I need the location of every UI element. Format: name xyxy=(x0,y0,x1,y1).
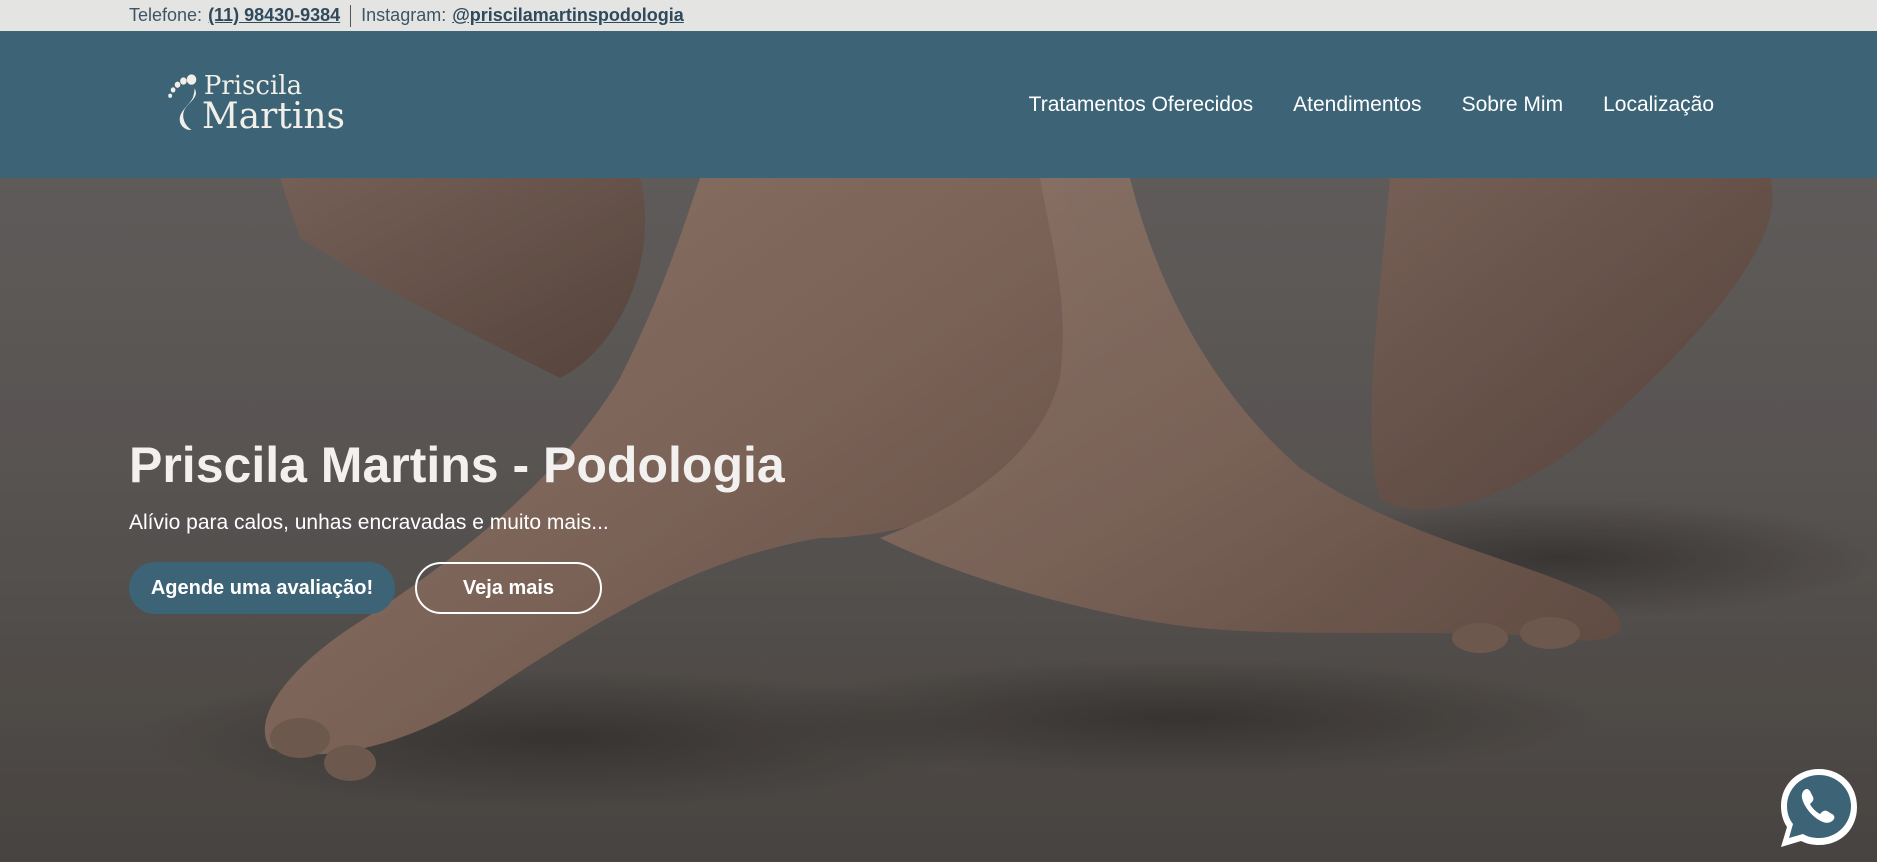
nav-item-sobre-mim[interactable]: Sobre Mim xyxy=(1462,93,1564,117)
whatsapp-button[interactable] xyxy=(1775,763,1863,851)
nav-item-localizacao[interactable]: Localização xyxy=(1603,93,1714,117)
hero-subtitle: Alívio para calos, unhas encravadas e mu… xyxy=(129,511,609,534)
instagram-link[interactable]: @priscilamartinspodologia xyxy=(452,5,684,26)
see-more-button[interactable]: Veja mais xyxy=(415,562,602,614)
logo[interactable]: Priscila Martins xyxy=(165,61,345,146)
logo-line-1: Priscila xyxy=(203,70,303,101)
instagram-label: Instagram: xyxy=(361,5,447,25)
topbar-divider xyxy=(350,4,352,27)
phone-label: Telefone: xyxy=(129,5,203,25)
foot-logo-icon xyxy=(168,74,197,130)
whatsapp-icon xyxy=(1781,769,1857,847)
nav-item-tratamentos[interactable]: Tratamentos Oferecidos xyxy=(1029,93,1253,117)
phone-link[interactable]: (11) 98430-9384 xyxy=(208,5,340,26)
schedule-evaluation-button[interactable]: Agende uma avaliação! xyxy=(129,562,395,614)
logo-text: Priscila Martins xyxy=(202,73,345,135)
hero-section: Priscila Martins - Podologia Alívio para… xyxy=(0,178,1877,862)
logo-line-2: Martins xyxy=(201,95,345,137)
nav-item-atendimentos[interactable]: Atendimentos xyxy=(1293,93,1421,117)
top-info-bar: Telefone: (11) 98430-9384 Instagram: @pr… xyxy=(0,0,1877,31)
main-header: Priscila Martins Tratamentos Oferecidos … xyxy=(0,31,1877,178)
hero-title: Priscila Martins - Podologia xyxy=(129,437,785,493)
main-nav: Tratamentos Oferecidos Atendimentos Sobr… xyxy=(1029,31,1714,178)
